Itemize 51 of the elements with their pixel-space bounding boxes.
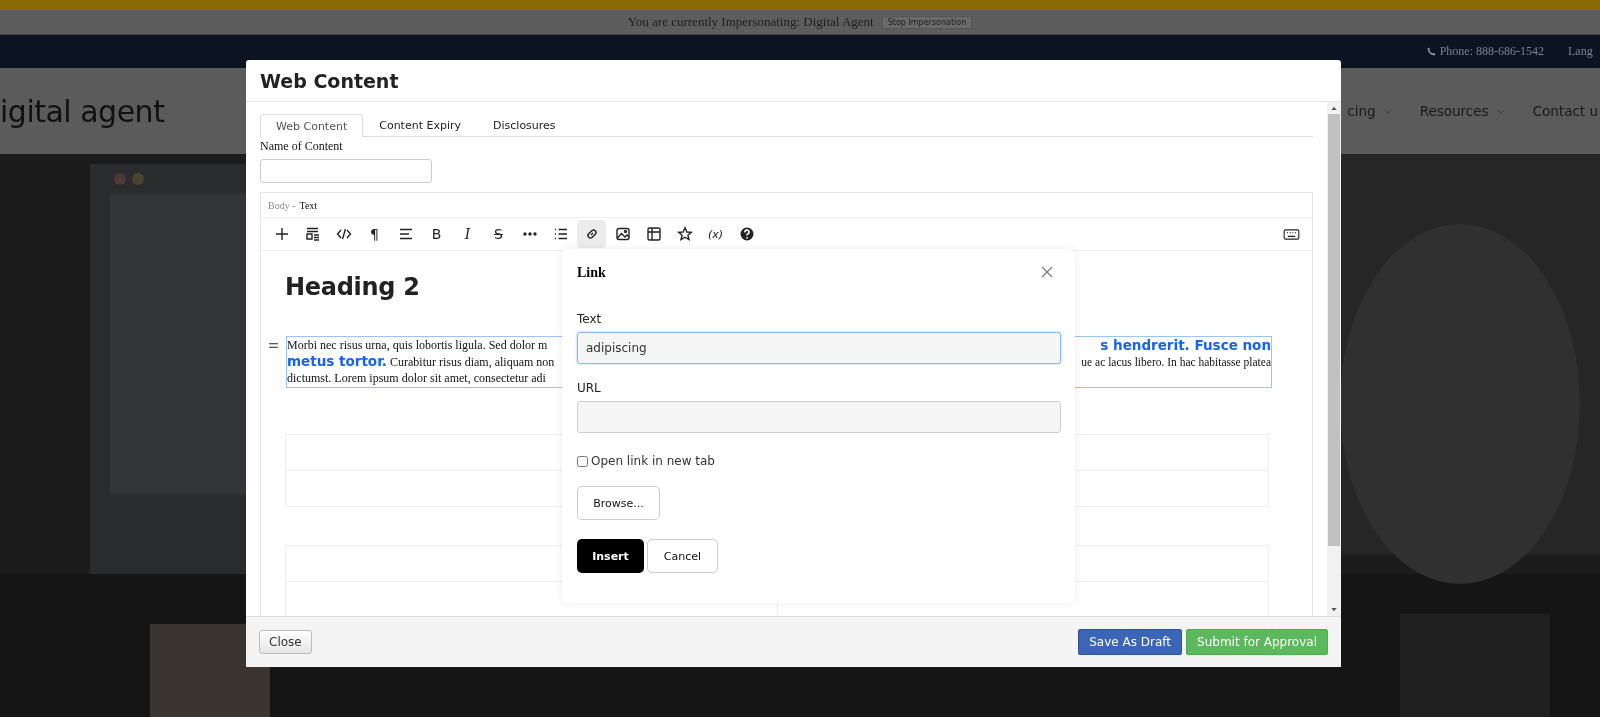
- toolbar-button[interactable]: B: [422, 220, 451, 248]
- paragraph-line: metus tortor. Curabitur risus diam, aliquam non: [287, 353, 555, 370]
- field-label: URL: [577, 381, 602, 395]
- insert-button[interactable]: Insert: [577, 539, 644, 573]
- phone-number: Phone: 888-686-1542: [1439, 44, 1544, 59]
- checkbox-label: Open link in new tab: [591, 454, 715, 468]
- text-input[interactable]: adipiscing: [577, 332, 1061, 364]
- tab[interactable]: Content Expiry: [363, 114, 477, 136]
- url-input[interactable]: [577, 401, 1061, 433]
- paragraph-line: Morbi nec risus urna, quis lobortis ligula. Sed dolor m: [287, 337, 549, 353]
- toolbar-button[interactable]: [577, 220, 606, 248]
- field-label: Name of Content: [260, 139, 344, 154]
- field-label: Body -: [268, 199, 296, 211]
- field-label: Text: [577, 312, 603, 326]
- field-type: Text: [299, 199, 318, 211]
- scroll-down-icon[interactable]: [1331, 608, 1337, 612]
- toolbar-button[interactable]: (x): [701, 220, 730, 248]
- phone-icon: [1426, 47, 1436, 56]
- align-icon: [397, 226, 414, 242]
- list-icon: [552, 226, 569, 242]
- paragraph-line: s hendrerit. Fusce non: [1100, 337, 1271, 354]
- plus-icon: [273, 226, 290, 242]
- cancel-button[interactable]: Cancel: [647, 539, 718, 573]
- scrollbar[interactable]: [1327, 102, 1341, 616]
- dialog-title: Link: [577, 264, 606, 281]
- table-icon: [645, 226, 662, 242]
- close-button[interactable]: Close: [259, 630, 312, 654]
- code-icon: [335, 226, 352, 242]
- browse-button[interactable]: Browse...: [577, 486, 660, 520]
- image-icon: [614, 226, 631, 242]
- toolbar-button[interactable]: S: [484, 220, 513, 248]
- name-input[interactable]: [260, 159, 432, 183]
- content-heading: Heading 2: [285, 273, 421, 301]
- tab[interactable]: Web Content: [260, 114, 364, 137]
- paragraph-line: dictumst. Lorem ipsum dolor sit amet, consectetur adi: [287, 370, 547, 386]
- drag-handle-icon[interactable]: [269, 342, 278, 349]
- tab[interactable]: Disclosures: [477, 114, 572, 136]
- layout-icon: [304, 226, 321, 242]
- scroll-up-icon[interactable]: [1331, 106, 1337, 110]
- keyboard-icon[interactable]: [1283, 228, 1300, 240]
- checkbox[interactable]: [577, 455, 588, 467]
- close-icon[interactable]: [1041, 266, 1053, 278]
- save-draft-button[interactable]: Save As Draft: [1078, 629, 1183, 655]
- help-icon: [738, 226, 755, 242]
- dialog-title: Web Content: [246, 60, 1341, 102]
- star-icon: [676, 226, 693, 242]
- toolbar-button[interactable]: ¶: [360, 220, 389, 248]
- language-link[interactable]: Lang: [1568, 44, 1600, 59]
- impersonation-message: You are currently Impersonating: Digital Agent: [627, 14, 874, 30]
- paragraph-line: ue ac lacus libero. In hac habitasse platea: [1081, 355, 1271, 370]
- toolbar-button[interactable]: I: [453, 220, 482, 248]
